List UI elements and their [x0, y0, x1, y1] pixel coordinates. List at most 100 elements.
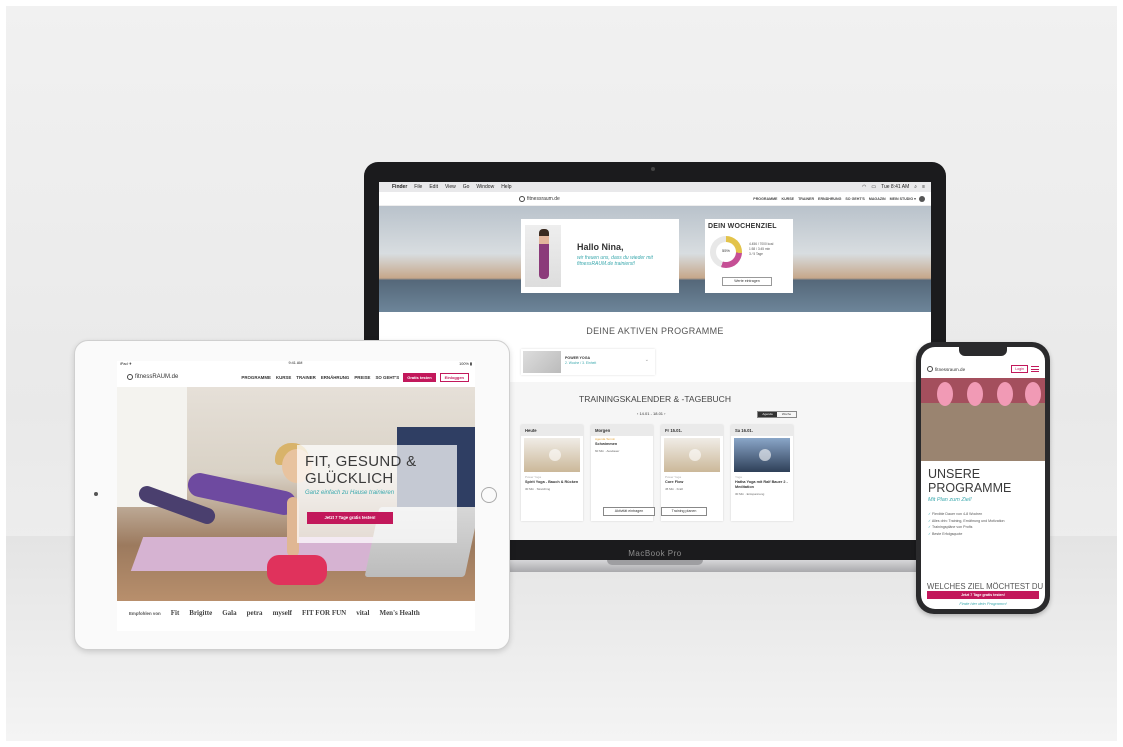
menubar-edit[interactable]: Edit [429, 184, 438, 190]
avatar[interactable] [919, 195, 925, 202]
program-progress: 2. Woche / 3. Einheit [565, 361, 597, 365]
press-logo: vital [356, 609, 370, 617]
hero-title-line-1: FIT, GESUND & [305, 453, 417, 470]
menubar-view[interactable]: View [445, 184, 456, 190]
free-trial-button[interactable]: Gratis testen [403, 372, 436, 382]
toggle-week[interactable]: Woche [777, 412, 796, 417]
mobile-subtitle: Mit Plan zum Ziel! [928, 497, 972, 503]
nav-kurse[interactable]: KURSE [781, 197, 794, 201]
dumbbell [267, 555, 327, 585]
dashboard-hero: Hallo Nina, wir freuen uns, dass du wied… [379, 206, 931, 312]
plan-training-button[interactable]: Training planen [661, 507, 707, 516]
day-label: Morgen [591, 425, 653, 436]
site-logo[interactable]: fitnessraum.de [927, 366, 965, 372]
find-program-link[interactable]: Finde hier dein Programm! [921, 601, 1045, 606]
goal-stat-days: 3 / 5 Tage [749, 252, 763, 256]
press-logo: Gala [222, 609, 237, 617]
logo-icon [127, 374, 133, 380]
mockup-stage: Finder File Edit View Go Window Help ◠ ▭… [6, 6, 1117, 741]
press-label: Empfohlen von [129, 610, 161, 616]
status-device: iPad ✈ [120, 362, 132, 366]
wifi-icon[interactable]: ◠ [862, 184, 866, 190]
site-header: fitnessraum.de PROGRAMME KURSE TRAINER E… [379, 192, 931, 206]
hero-title: FIT, GESUND & GLÜCKLICH [305, 453, 416, 487]
mobile-title-line-1: UNSERE [928, 467, 981, 481]
nav-preise[interactable]: PREISE [354, 375, 370, 380]
nav-programme[interactable]: PROGRAMME [241, 375, 271, 380]
macos-menubar: Finder File Edit View Go Window Help ◠ ▭… [379, 182, 931, 192]
play-icon[interactable] [689, 449, 701, 461]
mobile-hero-image [921, 378, 1045, 461]
workout-thumbnail [664, 438, 720, 472]
home-button[interactable] [481, 487, 497, 503]
workout-thumbnail [524, 438, 580, 472]
menubar-app[interactable]: Finder [392, 184, 407, 190]
hero-cta-button[interactable]: Jetzt 7 Tage gratis testen! [307, 512, 393, 524]
calendar-day[interactable]: Sa 16.01. Yoga Hatha Yoga mit Ralf Bauer… [731, 425, 793, 521]
menu-list-icon[interactable]: ≡ [922, 184, 925, 190]
greeting-photo [525, 225, 561, 287]
logo-text: fitnessraum.de [935, 366, 966, 372]
nav-trainer[interactable]: TRAINER [798, 197, 814, 201]
hamburger-menu-icon[interactable] [1031, 366, 1039, 372]
search-icon[interactable]: ⌕ [914, 184, 917, 190]
nav-ernaehrung[interactable]: ERNÄHRUNG [321, 375, 350, 380]
day-label: Heute [521, 425, 583, 436]
logo-icon [927, 366, 933, 372]
menubar-go[interactable]: Go [463, 184, 470, 190]
ipad-frame: iPad ✈ 9:41 AM 100% ▮ fitnessRAUM.de PRO… [74, 340, 510, 650]
chevron-down-icon[interactable]: ⌄ [645, 357, 649, 363]
logo-text: fitnessraum.de [527, 195, 560, 202]
menubar-file[interactable]: File [414, 184, 422, 190]
mobile-cta-button[interactable]: Jetzt 7 Tage gratis testen! [927, 591, 1039, 599]
camera-icon [651, 167, 655, 171]
play-icon[interactable] [549, 449, 561, 461]
nav-so-gehts[interactable]: SO GEHT'S [845, 197, 864, 201]
feature-list: Flexible Dauer von 4-8 Wochen Alles drin… [928, 511, 1040, 537]
calendar-day[interactable]: Heute Power Yoga Spirit Yoga - Bauch & R… [521, 425, 583, 521]
weekly-goal-card: DEIN WOCHENZIEL 55% 4.456 / 7000 kcal 1:… [705, 219, 793, 293]
status-battery: 100% ▮ [459, 362, 472, 366]
menubar-help[interactable]: Help [501, 184, 511, 190]
enter-values-button[interactable]: Werte eintragen [722, 277, 772, 286]
menubar-window[interactable]: Window [476, 184, 494, 190]
weekly-goal-title: DEIN WOCHENZIEL [708, 223, 777, 230]
log-activity-button[interactable]: Aktivität eintragen [603, 507, 655, 516]
iphone-notch [959, 347, 1007, 356]
nav-ernaehrung[interactable]: ERNÄHRUNG [818, 197, 841, 201]
site-logo[interactable]: fitnessraum.de [519, 195, 560, 202]
feature-item: Beste Erfolgsquote [928, 531, 1040, 538]
greeting-subtitle: wir freuen uns, dass du wieder mit fitne… [577, 255, 653, 267]
workout-thumbnail [734, 438, 790, 472]
mobile-title-line-2: PROGRAMME [928, 481, 1012, 495]
calendar-week-switcher[interactable]: ‹ 14.01 - 18.01 › [637, 411, 665, 416]
nav-so-gehts[interactable]: SO GEHT'S [375, 375, 399, 380]
goal-stats: 4.456 / 7000 kcal 1:58 / 3:45 min 3 / 5 … [749, 242, 773, 257]
calendar-view-toggle: Agenda Woche [757, 411, 797, 418]
active-programs-heading: DEINE AKTIVEN PROGRAMME [586, 326, 724, 336]
program-thumbnail [523, 351, 561, 373]
login-button[interactable]: Login [1011, 365, 1028, 373]
nav-trainer[interactable]: TRAINER [296, 375, 316, 380]
nav-kurse[interactable]: KURSE [276, 375, 291, 380]
nav-magazin[interactable]: MAGAZIN [869, 197, 886, 201]
nav-mein-studio[interactable]: MEIN STUDIO ▾ [890, 197, 916, 201]
press-logo: myself [272, 609, 293, 617]
program-card[interactable]: POWER YOGA 2. Woche / 3. Einheit ⌄ [521, 349, 655, 375]
workout-meta: 60 Min · Ausdauer [595, 449, 620, 453]
press-logo: Brigitte [189, 609, 213, 617]
login-button[interactable]: Einloggen [439, 372, 469, 382]
battery-icon[interactable]: ▭ [871, 184, 876, 190]
camera-icon [94, 492, 98, 496]
workout-title: Spirit Yoga - Bauch & Rücken [525, 480, 579, 484]
site-nav: PROGRAMME KURSE TRAINER ERNÄHRUNG PREISE… [241, 375, 399, 380]
nav-programme[interactable]: PROGRAMME [753, 197, 777, 201]
play-icon[interactable] [759, 449, 771, 461]
menubar-clock[interactable]: Tue 8:41 AM [881, 184, 909, 190]
goal-question: WELCHES ZIEL MÖCHTEST DU [927, 582, 1044, 591]
site-logo[interactable]: fitnessRAUM.de [127, 374, 178, 380]
press-logo: FIT FOR FUN [302, 609, 347, 617]
greeting-card: Hallo Nina, wir freuen uns, dass du wied… [521, 219, 679, 293]
status-time: 9:41 AM [288, 361, 303, 365]
toggle-agenda[interactable]: Agenda [758, 412, 777, 417]
